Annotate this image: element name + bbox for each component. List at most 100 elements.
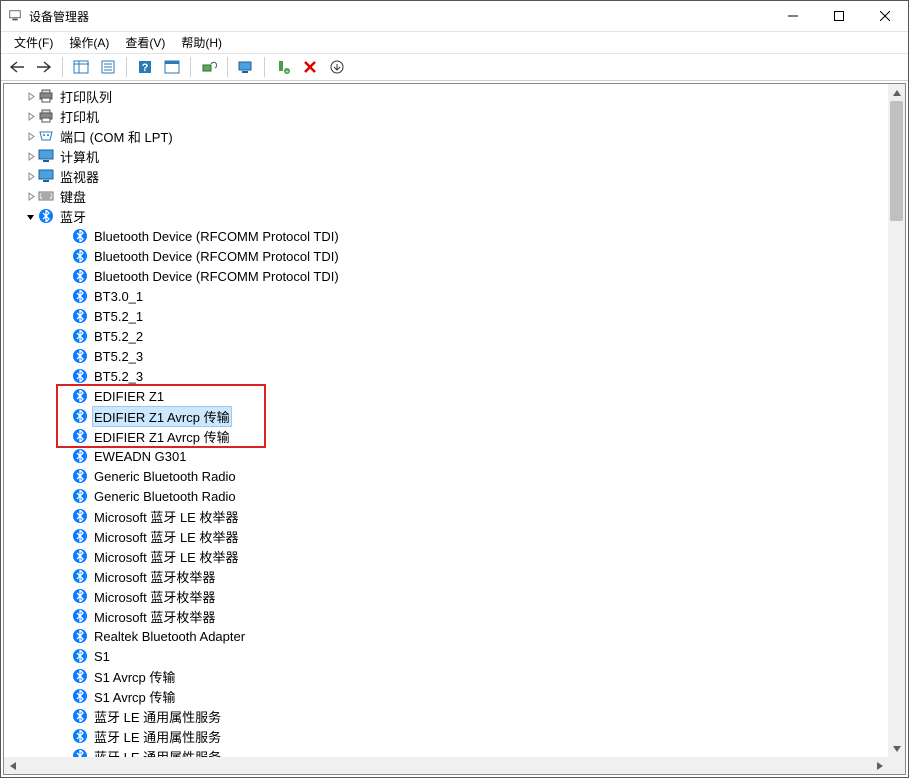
device-label: S1 Avrcp 传输 [92,667,177,686]
add-device-button[interactable]: + [271,56,295,78]
chevron-down-icon[interactable] [24,210,36,222]
scan-hardware-button[interactable] [197,56,221,78]
printer-icon [38,108,54,124]
device-node[interactable]: Microsoft 蓝牙 LE 枚举器 [4,546,888,566]
device-node[interactable]: Microsoft 蓝牙 LE 枚举器 [4,526,888,546]
remove-device-button[interactable] [298,56,322,78]
chevron-right-icon[interactable] [24,90,36,102]
category-node[interactable]: 蓝牙 [4,206,888,226]
device-node[interactable]: BT5.2_2 [4,326,888,346]
category-node[interactable]: 键盘 [4,186,888,206]
device-node[interactable]: Bluetooth Device (RFCOMM Protocol TDI) [4,226,888,246]
titlebar: 设备管理器 [1,1,908,31]
chevron-right-icon[interactable] [24,110,36,122]
toolbar-separator [227,57,228,77]
device-node[interactable]: Microsoft 蓝牙 LE 枚举器 [4,506,888,526]
device-label: Microsoft 蓝牙 LE 枚举器 [92,507,240,526]
monitor-refresh-button[interactable] [234,56,258,78]
vertical-scrollbar[interactable] [888,84,905,757]
device-label: Generic Bluetooth Radio [92,469,238,484]
toolbar-separator [264,57,265,77]
bluetooth-icon [72,648,88,664]
bluetooth-icon [72,268,88,284]
device-node[interactable]: Bluetooth Device (RFCOMM Protocol TDI) [4,246,888,266]
category-node[interactable]: 端口 (COM 和 LPT) [4,126,888,146]
device-node[interactable]: Generic Bluetooth Radio [4,486,888,506]
device-node[interactable]: Bluetooth Device (RFCOMM Protocol TDI) [4,266,888,286]
device-label: EDIFIER Z1 Avrcp 传输 [92,427,232,446]
device-node[interactable]: Microsoft 蓝牙枚举器 [4,586,888,606]
bluetooth-icon [72,408,88,424]
device-label: BT5.2_2 [92,329,145,344]
help-button[interactable]: ? [133,56,157,78]
device-node[interactable]: BT5.2_1 [4,306,888,326]
device-tree[interactable]: 打印队列打印机端口 (COM 和 LPT)计算机监视器键盘蓝牙Bluetooth… [4,84,888,757]
menubar: 文件(F) 操作(A) 查看(V) 帮助(H) [1,31,908,53]
device-label: Microsoft 蓝牙枚举器 [92,587,217,606]
chevron-right-icon[interactable] [24,190,36,202]
bluetooth-icon [38,208,54,224]
properties-button[interactable] [96,56,120,78]
bluetooth-icon [72,448,88,464]
menu-action[interactable]: 操作(A) [62,32,116,53]
show-panel-button[interactable] [69,56,93,78]
device-node[interactable]: 蓝牙 LE 通用属性服务 [4,746,888,757]
device-node[interactable]: Realtek Bluetooth Adapter [4,626,888,646]
details-toggle-button[interactable] [160,56,184,78]
category-label: 键盘 [58,187,88,206]
chevron-right-icon[interactable] [24,170,36,182]
more-actions-button[interactable] [325,56,349,78]
menu-help[interactable]: 帮助(H) [174,32,229,53]
bluetooth-icon [72,348,88,364]
printer-icon [38,88,54,104]
device-node[interactable]: S1 [4,646,888,666]
bluetooth-icon [72,728,88,744]
bluetooth-icon [72,528,88,544]
device-node[interactable]: EDIFIER Z1 Avrcp 传输 [4,406,888,426]
bluetooth-icon [72,228,88,244]
device-node[interactable]: BT5.2_3 [4,346,888,366]
toolbar-separator [62,57,63,77]
device-node[interactable]: S1 Avrcp 传输 [4,686,888,706]
device-label: BT3.0_1 [92,289,145,304]
device-label: Microsoft 蓝牙枚举器 [92,567,217,586]
scroll-up-button[interactable] [888,84,905,101]
chevron-right-icon[interactable] [24,150,36,162]
scrollbar-thumb[interactable] [890,101,903,221]
device-node[interactable]: Microsoft 蓝牙枚举器 [4,606,888,626]
device-label: EDIFIER Z1 Avrcp 传输 [92,406,232,427]
device-node[interactable]: EWEADN G301 [4,446,888,466]
device-node[interactable]: BT3.0_1 [4,286,888,306]
category-node[interactable]: 打印队列 [4,86,888,106]
device-node[interactable]: BT5.2_3 [4,366,888,386]
scroll-right-button[interactable] [871,757,888,774]
device-node[interactable]: 蓝牙 LE 通用属性服务 [4,726,888,746]
device-node[interactable]: Generic Bluetooth Radio [4,466,888,486]
minimize-button[interactable] [770,1,816,31]
forward-button[interactable] [32,56,56,78]
back-button[interactable] [5,56,29,78]
bluetooth-icon [72,748,88,757]
category-node[interactable]: 计算机 [4,146,888,166]
bluetooth-icon [72,388,88,404]
menu-file[interactable]: 文件(F) [7,32,60,53]
device-node[interactable]: Microsoft 蓝牙枚举器 [4,566,888,586]
horizontal-scrollbar[interactable] [4,757,888,774]
category-node[interactable]: 监视器 [4,166,888,186]
device-node[interactable]: S1 Avrcp 传输 [4,666,888,686]
bluetooth-icon [72,308,88,324]
category-label: 端口 (COM 和 LPT) [58,127,175,146]
scroll-left-button[interactable] [4,757,21,774]
monitor-icon [38,148,54,164]
device-tree-panel: 打印队列打印机端口 (COM 和 LPT)计算机监视器键盘蓝牙Bluetooth… [3,83,906,775]
menu-view[interactable]: 查看(V) [118,32,172,53]
device-node[interactable]: 蓝牙 LE 通用属性服务 [4,706,888,726]
category-node[interactable]: 打印机 [4,106,888,126]
device-node[interactable]: EDIFIER Z1 [4,386,888,406]
device-node[interactable]: EDIFIER Z1 Avrcp 传输 [4,426,888,446]
chevron-right-icon[interactable] [24,130,36,142]
maximize-button[interactable] [816,1,862,31]
scroll-down-button[interactable] [888,740,905,757]
svg-text:+: + [285,70,289,75]
close-button[interactable] [862,1,908,31]
